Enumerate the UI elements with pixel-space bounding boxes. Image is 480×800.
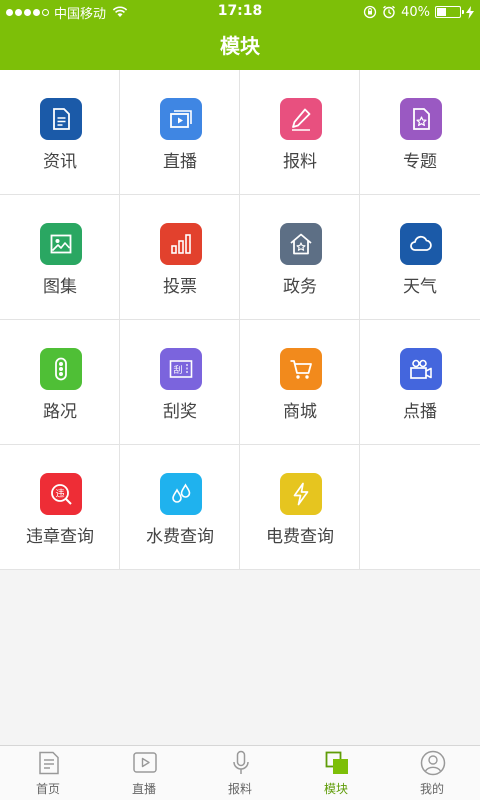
battery-percent: 40%: [401, 4, 430, 20]
live-video-icon: [160, 98, 202, 140]
status-bar: 中国移动 17:18 40%: [0, 0, 480, 24]
module-label: 天气: [403, 277, 437, 297]
star-file-icon: [400, 98, 442, 140]
module-weather[interactable]: 天气: [360, 195, 480, 320]
module-vod[interactable]: 点播: [360, 320, 480, 445]
svg-text:违: 违: [55, 489, 64, 500]
module-vote[interactable]: 投票: [120, 195, 240, 320]
tab-home[interactable]: 首页: [0, 746, 96, 800]
microphone-icon: [233, 750, 249, 774]
tab-mine[interactable]: 我的: [384, 746, 480, 800]
charging-bolt-icon: [466, 5, 474, 19]
module-label: 电费查询: [266, 527, 334, 547]
video-camera-icon: [400, 348, 442, 390]
page-title: 模块: [220, 34, 260, 58]
module-label: 商城: [283, 402, 317, 422]
user-icon: [420, 750, 446, 776]
image-icon: [40, 223, 82, 265]
module-label: 资讯: [43, 152, 77, 172]
module-label: 图集: [43, 277, 77, 297]
module-label: 刮奖: [163, 402, 197, 422]
tab-label: 模块: [323, 782, 348, 796]
module-label: 点播: [403, 402, 437, 422]
module-scratch[interactable]: 刮 刮奖: [120, 320, 240, 445]
svg-text:刮: 刮: [173, 364, 182, 376]
module-label: 政务: [283, 277, 317, 297]
module-electric-bill[interactable]: 电费查询: [240, 445, 360, 570]
orientation-lock-icon: [363, 5, 377, 19]
bar-chart-icon: [160, 223, 202, 265]
module-violation-query[interactable]: 违 违章查询: [0, 445, 120, 570]
tab-label: 首页: [35, 782, 60, 796]
module-label: 投票: [163, 277, 197, 297]
battery-level: [437, 8, 446, 16]
water-drop-icon: [160, 473, 202, 515]
module-traffic[interactable]: 路况: [0, 320, 120, 445]
house-star-icon: [280, 223, 322, 265]
module-water-bill[interactable]: 水费查询: [120, 445, 240, 570]
header-bar: 中国移动 17:18 40% 模块: [0, 0, 480, 70]
document-icon: [40, 98, 82, 140]
tab-bar: 首页 直播 报料 模块 我的: [0, 745, 480, 800]
module-government[interactable]: 政务: [240, 195, 360, 320]
empty-cell: [360, 445, 480, 570]
play-icon: [133, 752, 157, 773]
module-mall[interactable]: 商城: [240, 320, 360, 445]
module-icon: [325, 751, 348, 774]
module-live[interactable]: 直播: [120, 70, 240, 195]
tab-report[interactable]: 报料: [192, 746, 288, 800]
tab-live[interactable]: 直播: [96, 746, 192, 800]
module-label: 专题: [403, 152, 437, 172]
alarm-icon: [383, 5, 396, 19]
tab-label: 直播: [131, 782, 156, 796]
module-report[interactable]: 报料: [240, 70, 360, 195]
module-gallery[interactable]: 图集: [0, 195, 120, 320]
module-topic[interactable]: 专题: [360, 70, 480, 195]
module-label: 违章查询: [26, 527, 94, 547]
module-label: 路况: [43, 402, 77, 422]
home-doc-icon: [39, 751, 59, 775]
violation-search-icon: 违: [40, 473, 82, 515]
pencil-icon: [280, 98, 322, 140]
module-label: 水费查询: [146, 527, 214, 547]
module-grid: 资讯 直播 报料 专题 图集 投票 政务 天气 路况 刮 刮奖 商城 点播 违 …: [0, 70, 480, 570]
module-label: 报料: [283, 152, 317, 172]
cart-icon: [280, 348, 322, 390]
scratch-card-icon: 刮: [160, 348, 202, 390]
module-news[interactable]: 资讯: [0, 70, 120, 195]
module-label: 直播: [163, 152, 197, 172]
tab-modules[interactable]: 模块: [288, 746, 384, 800]
lightning-icon: [280, 473, 322, 515]
traffic-light-icon: [40, 348, 82, 390]
tab-label: 报料: [227, 782, 252, 796]
tab-label: 我的: [419, 782, 444, 796]
cloud-icon: [400, 223, 442, 265]
battery-icon: [435, 6, 464, 18]
